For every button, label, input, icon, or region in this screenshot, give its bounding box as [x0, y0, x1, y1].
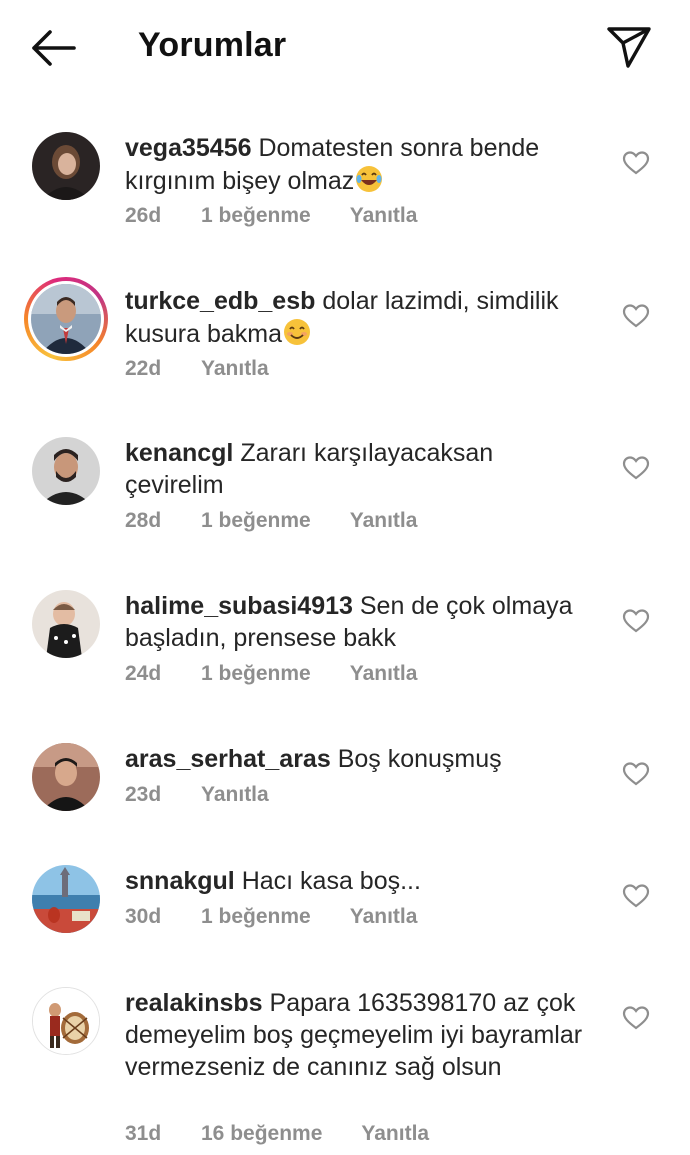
avatar[interactable]: [32, 987, 100, 1055]
comment-text: realakinsbs Papara 1635398170 az çok dem…: [125, 987, 595, 1083]
comment-text: vega35456 Domatesten sonra bende kırgını…: [125, 132, 595, 197]
comment-username[interactable]: halime_subasi4913: [125, 592, 353, 620]
avatar[interactable]: [32, 865, 100, 933]
comment-time: 23d: [125, 783, 162, 806]
comment-body: Boş konuşmuş: [337, 745, 502, 773]
comment-username[interactable]: turkce_edb_esb: [125, 287, 315, 315]
comment-time: 24d: [125, 662, 162, 685]
page-title: Yorumlar: [138, 26, 287, 64]
paper-plane-icon: [607, 27, 651, 68]
like-count[interactable]: 1 beğenme: [201, 509, 311, 533]
comment-username[interactable]: realakinsbs: [125, 989, 263, 1017]
like-count[interactable]: 16 beğenme: [201, 1122, 322, 1146]
comment-time: 28d: [125, 509, 162, 532]
avatar[interactable]: [32, 132, 100, 200]
top-bar: Yorumlar: [0, 0, 690, 95]
smiling-face-emoji-icon: [284, 319, 311, 345]
heart-outline-icon[interactable]: [622, 303, 650, 329]
comment-meta: 26d 1 beğenme Yanıtla: [125, 204, 417, 232]
heart-outline-icon[interactable]: [622, 883, 650, 909]
comment-meta: 22d Yanıtla: [125, 357, 269, 385]
comment-meta: 31d 16 beğenme Yanıtla: [125, 1122, 429, 1150]
reply-button[interactable]: Yanıtla: [350, 662, 418, 686]
heart-outline-icon[interactable]: [622, 608, 650, 634]
heart-outline-icon[interactable]: [622, 1005, 650, 1031]
comment-time: 26d: [125, 204, 162, 227]
comment-username[interactable]: kenancgl: [125, 439, 233, 467]
heart-outline-icon[interactable]: [622, 150, 650, 176]
share-button[interactable]: [604, 24, 654, 70]
avatar[interactable]: [32, 743, 100, 811]
reply-button[interactable]: Yanıtla: [201, 357, 269, 381]
avatar[interactable]: [32, 437, 100, 505]
comment-text: kenancgl Zararı karşılayacaksan çevireli…: [125, 437, 595, 501]
comment-time: 30d: [125, 905, 162, 928]
avatar[interactable]: [32, 590, 100, 658]
comment-username[interactable]: snnakgul: [125, 867, 235, 895]
reply-button[interactable]: Yanıtla: [350, 509, 418, 533]
heart-outline-icon[interactable]: [622, 761, 650, 787]
comment-username[interactable]: vega35456: [125, 134, 252, 162]
back-button[interactable]: [26, 26, 82, 70]
comment-text: snnakgul Hacı kasa boş...: [125, 865, 595, 897]
comment-time: 31d: [125, 1122, 162, 1145]
arrow-left-icon: [32, 30, 76, 66]
reply-button[interactable]: Yanıtla: [361, 1122, 429, 1146]
comment-time: 22d: [125, 357, 162, 380]
comment-meta: 23d Yanıtla: [125, 783, 269, 811]
tears-of-joy-emoji-icon: [356, 166, 383, 192]
comment-meta: 30d 1 beğenme Yanıtla: [125, 905, 417, 933]
comment-meta: 24d 1 beğenme Yanıtla: [125, 662, 417, 690]
comment-body: Hacı kasa boş...: [241, 867, 421, 895]
comment-text: aras_serhat_aras Boş konuşmuş: [125, 743, 595, 775]
like-count[interactable]: 1 beğenme: [201, 662, 311, 686]
comment-text: turkce_edb_esb dolar lazimdi, simdilik k…: [125, 285, 595, 350]
reply-button[interactable]: Yanıtla: [350, 204, 418, 228]
reply-button[interactable]: Yanıtla: [201, 783, 269, 807]
comment-text: halime_subasi4913 Sen de çok olmaya başl…: [125, 590, 595, 654]
comment-meta: 28d 1 beğenme Yanıtla: [125, 509, 417, 537]
like-count[interactable]: 1 beğenme: [201, 204, 311, 228]
reply-button[interactable]: Yanıtla: [350, 905, 418, 929]
comment-username[interactable]: aras_serhat_aras: [125, 745, 331, 773]
heart-outline-icon[interactable]: [622, 455, 650, 481]
like-count[interactable]: 1 beğenme: [201, 905, 311, 929]
avatar-story-ring[interactable]: [24, 277, 108, 361]
